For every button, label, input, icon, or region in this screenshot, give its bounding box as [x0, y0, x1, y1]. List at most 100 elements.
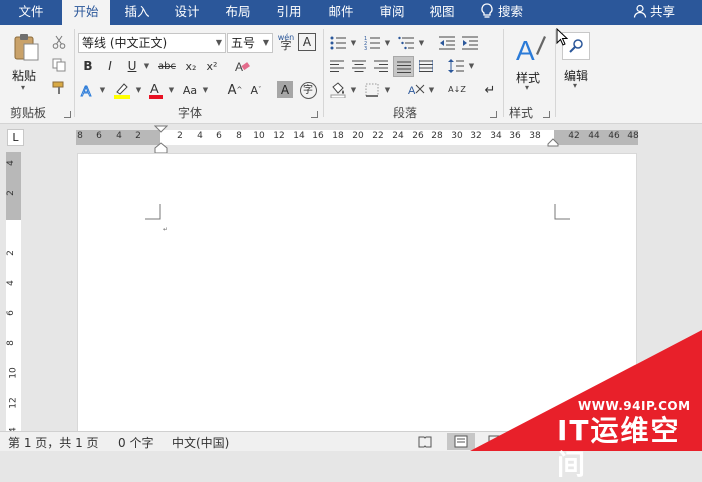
shrink-font-glyph: A [250, 83, 259, 97]
shading-icon[interactable] [328, 80, 348, 100]
ruler-tick-label: 12 [273, 131, 285, 141]
shrink-font-button[interactable]: Aˇ [247, 80, 265, 100]
phonetic-guide-char: 字 [280, 39, 292, 52]
highlight-icon[interactable] [112, 80, 132, 100]
italic-button[interactable]: I [102, 57, 118, 75]
numbering-icon[interactable]: 123 [362, 34, 382, 52]
editing-dropdown-arrow[interactable]: ▾ [573, 81, 577, 90]
distributed-icon[interactable] [417, 57, 435, 75]
tab-selector[interactable]: L [7, 129, 24, 146]
watermark-url: WWW.94IP.COM [578, 399, 691, 413]
clipboard-group-label: 剪贴板 [10, 106, 47, 120]
chinese-layout-dropdown[interactable]: ▼ [426, 80, 436, 100]
tab-review[interactable]: 审阅 [369, 0, 415, 25]
align-center-icon[interactable] [350, 57, 368, 75]
change-case-dropdown[interactable]: ▼ [200, 80, 210, 100]
tab-mailings[interactable]: 邮件 [318, 0, 364, 25]
paste-button-label[interactable]: 粘贴 [12, 67, 36, 84]
shading-dropdown[interactable]: ▼ [348, 80, 358, 100]
superscript-button[interactable]: x² [203, 57, 221, 75]
mouse-cursor-icon [556, 28, 568, 46]
font-color-dropdown[interactable]: ▼ [166, 80, 176, 100]
tab-layout[interactable]: 布局 [215, 0, 261, 25]
borders-dropdown[interactable]: ▼ [382, 80, 392, 100]
cut-icon[interactable] [50, 33, 68, 51]
ruler-tick-label: 46 [608, 131, 620, 141]
chevron-down-icon: ▼ [215, 38, 222, 47]
increase-indent-icon[interactable] [460, 34, 480, 52]
underline-button[interactable]: U [124, 57, 140, 75]
word-count[interactable]: 0 个字 [118, 434, 153, 451]
text-effects-dropdown[interactable]: ▼ [97, 80, 107, 100]
grow-font-button[interactable]: A ^ [226, 80, 244, 100]
right-indent-marker[interactable] [547, 138, 559, 147]
language-indicator[interactable]: 中文(中国) [172, 434, 229, 451]
svg-text:A: A [235, 60, 243, 74]
format-painter-icon[interactable] [50, 79, 68, 97]
read-mode-icon[interactable] [418, 435, 432, 448]
indent-markers[interactable] [154, 125, 168, 154]
styles-icon[interactable]: A [512, 31, 548, 67]
bold-button[interactable]: B [80, 57, 96, 75]
character-border-button[interactable]: A [298, 33, 316, 51]
paste-dropdown-arrow[interactable]: ▾ [21, 83, 25, 92]
svg-text:A: A [408, 85, 416, 97]
vertical-ruler[interactable]: 422468101214 [6, 152, 21, 451]
copy-icon[interactable] [50, 56, 68, 74]
align-left-icon[interactable] [328, 57, 346, 75]
ruler-tick-label: 36 [509, 131, 521, 141]
numbering-dropdown[interactable]: ▼ [382, 34, 392, 52]
clear-formatting-icon[interactable]: A [232, 56, 252, 76]
paste-icon[interactable] [8, 31, 44, 63]
line-spacing-dropdown[interactable]: ▼ [466, 57, 476, 75]
tab-design[interactable]: 设计 [164, 0, 210, 25]
tell-me-search[interactable]: 搜索 [480, 0, 523, 25]
ruler-tick-label: 18 [332, 131, 344, 141]
font-dialog-launcher[interactable] [311, 111, 318, 118]
underline-dropdown[interactable]: ▼ [141, 57, 151, 75]
page-count[interactable]: 第 1 页，共 1 页 [8, 434, 99, 451]
sort-button[interactable]: A↓Z [447, 80, 467, 100]
align-right-icon[interactable] [372, 57, 390, 75]
share-button[interactable]: 共享 [633, 0, 675, 25]
ruler-tick-label: 8 [5, 340, 16, 346]
font-name-value: 等线 (中文正文) [82, 36, 168, 50]
font-size-combo[interactable]: 五号 ▼ [227, 33, 273, 53]
multilevel-dropdown[interactable]: ▼ [416, 34, 426, 52]
phonetic-guide-button[interactable]: wén 字 [276, 32, 296, 52]
styles-dropdown-arrow[interactable]: ▾ [525, 83, 529, 92]
subscript-button[interactable]: x₂ [182, 57, 200, 75]
ruler-tick-label: 22 [372, 131, 384, 141]
tab-references[interactable]: 引用 [266, 0, 312, 25]
justify-icon[interactable] [393, 56, 414, 77]
group-divider [74, 29, 75, 117]
ruler-tick-label: 20 [352, 131, 364, 141]
font-name-combo[interactable]: 等线 (中文正文) ▼ [78, 33, 226, 53]
styles-dialog-launcher[interactable] [543, 111, 550, 118]
bullets-icon[interactable] [328, 34, 348, 52]
font-color-icon[interactable]: A [147, 80, 165, 100]
change-case-button[interactable]: Aa [180, 80, 200, 100]
enclose-characters-button[interactable]: 字 [298, 80, 318, 100]
tab-view[interactable]: 视图 [419, 0, 465, 25]
character-shading-button[interactable]: A [277, 81, 293, 98]
show-marks-icon[interactable]: ↵ [480, 80, 500, 100]
ribbon-home: 粘贴 ▾ 剪贴板 等线 (中文正文) ▼ 五号 ▼ wén 字 A B I U … [0, 25, 702, 146]
paragraph-dialog-launcher[interactable] [490, 111, 497, 118]
strikethrough-button[interactable]: abc [155, 57, 179, 75]
crop-mark-top-right [554, 204, 570, 220]
bullets-dropdown[interactable]: ▼ [348, 34, 358, 52]
line-spacing-icon[interactable] [447, 57, 465, 75]
borders-icon[interactable] [362, 80, 382, 100]
tab-file[interactable]: 文件 [8, 0, 54, 25]
ruler-tick-label: 42 [568, 131, 580, 141]
clipboard-dialog-launcher[interactable] [64, 111, 71, 118]
highlight-dropdown[interactable]: ▼ [133, 80, 143, 100]
text-effects-icon[interactable]: A [80, 80, 96, 100]
decrease-indent-icon[interactable] [437, 34, 457, 52]
chinese-layout-icon[interactable]: A [405, 80, 427, 100]
tab-insert[interactable]: 插入 [114, 0, 160, 25]
ruler-tick-label: 26 [412, 131, 424, 141]
tab-home[interactable]: 开始 [62, 0, 110, 26]
multilevel-list-icon[interactable] [396, 34, 416, 52]
